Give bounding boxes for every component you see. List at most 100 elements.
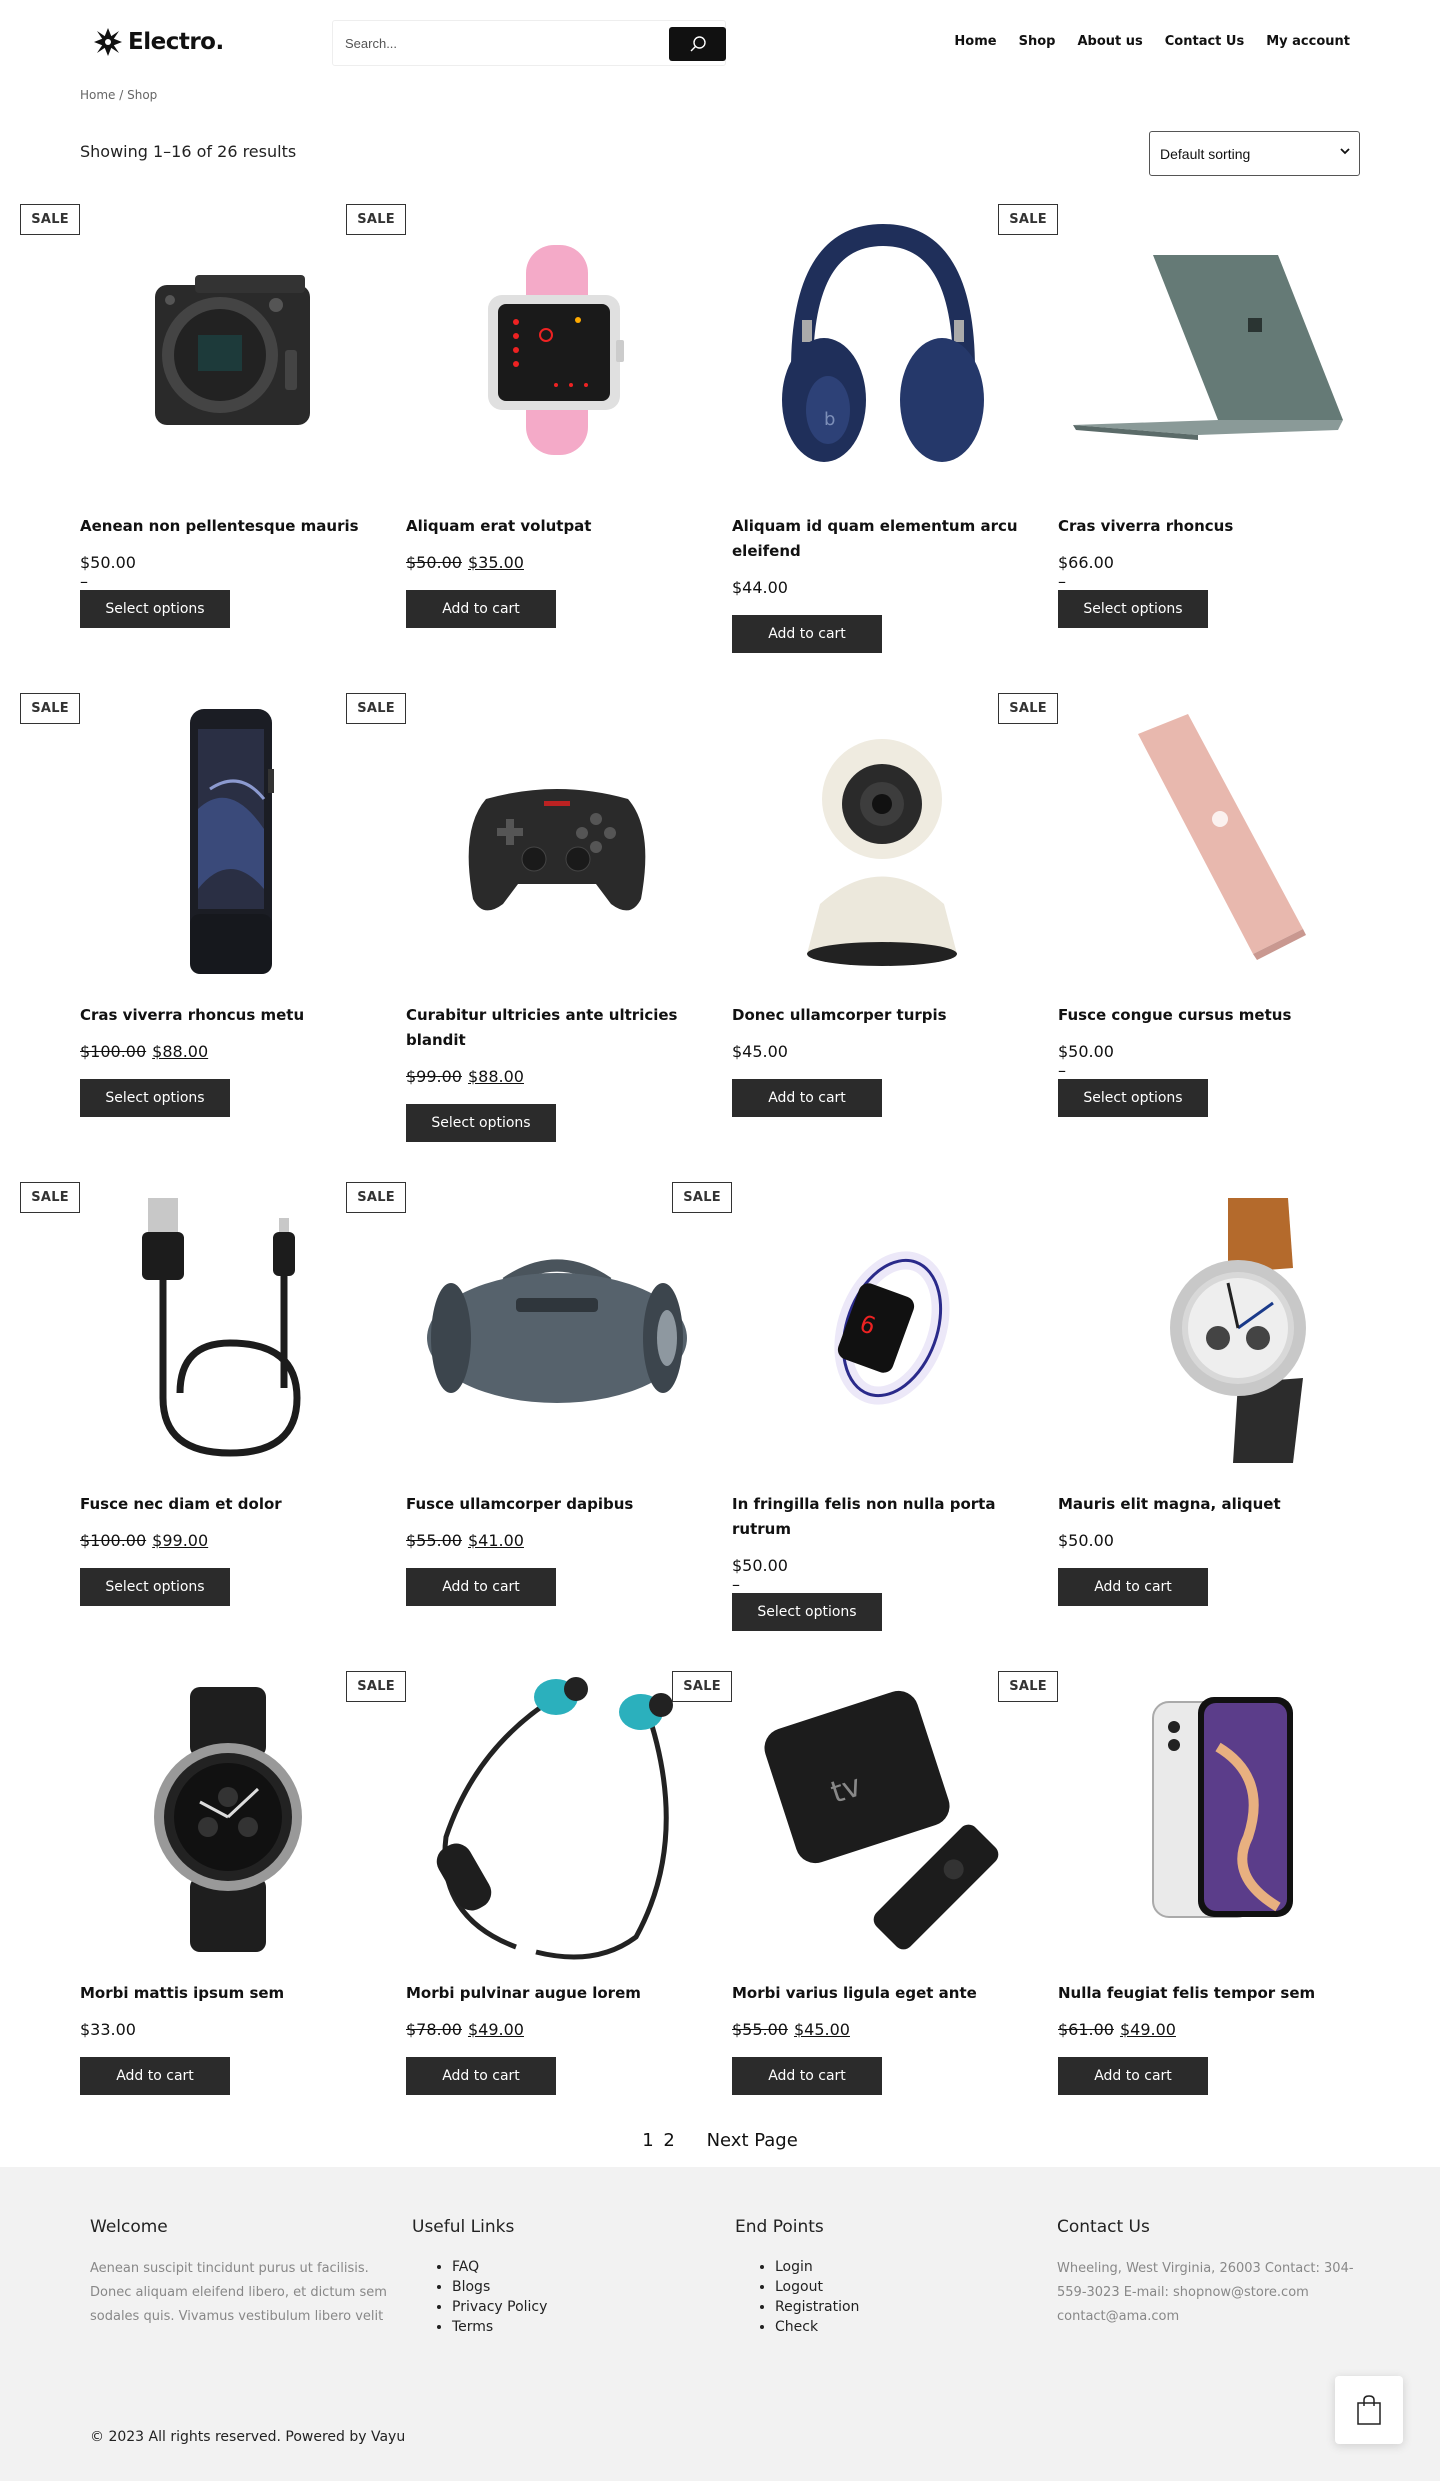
- breadcrumb-current: Shop: [127, 88, 158, 102]
- select-options-button[interactable]: Select options: [80, 1568, 230, 1606]
- sort-select[interactable]: Default sorting: [1149, 131, 1360, 176]
- product-image[interactable]: tv: [732, 1667, 1034, 1969]
- product-image[interactable]: [1058, 200, 1360, 502]
- breadcrumb-home[interactable]: Home: [80, 88, 115, 102]
- product-title[interactable]: Fusce congue cursus metus: [1058, 1003, 1360, 1028]
- product-title[interactable]: Morbi pulvinar augue lorem: [406, 1981, 708, 2006]
- footer-link-login[interactable]: Login: [775, 2257, 1035, 2277]
- product-title[interactable]: Mauris elit magna, aliquet: [1058, 1492, 1360, 1517]
- pagination: 1 2 Next Page: [0, 2130, 1440, 2151]
- product-title[interactable]: Aliquam erat volutpat: [406, 514, 708, 539]
- product-title[interactable]: Cras viverra rhoncus metu: [80, 1003, 382, 1028]
- page-1-link[interactable]: 1: [642, 2130, 653, 2151]
- product-title[interactable]: Fusce ullamcorper dapibus: [406, 1492, 708, 1517]
- product-image[interactable]: [406, 689, 708, 991]
- footer-contact-text: Wheeling, West Virginia, 26003 Contact: …: [1057, 2261, 1354, 2324]
- old-price: $100.00: [80, 1042, 147, 1061]
- sale-badge: SALE: [998, 693, 1058, 724]
- select-options-button[interactable]: Select options: [406, 1104, 556, 1142]
- product-image[interactable]: [732, 689, 1034, 991]
- nav-home[interactable]: Home: [954, 34, 996, 49]
- sale-price: $88.00: [152, 1042, 209, 1061]
- product-image[interactable]: [1058, 1178, 1360, 1480]
- footer-end-points: End Points Login Logout Registration Che…: [735, 2217, 1035, 2337]
- product-image[interactable]: 6: [732, 1178, 1034, 1480]
- gamepad-icon: [468, 789, 646, 911]
- footer-end-points-title: End Points: [735, 2217, 824, 2237]
- next-page-link[interactable]: Next Page: [707, 2130, 798, 2151]
- sale-badge: SALE: [998, 1671, 1058, 1702]
- select-options-button[interactable]: Select options: [1058, 590, 1208, 628]
- product-image[interactable]: [80, 689, 382, 991]
- site-footer: Welcome Aenean suscipit tincidunt purus …: [0, 2167, 1440, 2481]
- product-title[interactable]: Curabitur ultricies ante ultricies bland…: [406, 1003, 708, 1053]
- footer-link-blogs[interactable]: Blogs: [452, 2277, 712, 2297]
- sale-price: $35.00: [467, 553, 524, 572]
- product-price: $50.00 $35.00: [406, 553, 524, 572]
- product-image[interactable]: [406, 1178, 708, 1480]
- add-to-cart-button[interactable]: Add to cart: [732, 1079, 882, 1117]
- product-grid: SALE Aenean non pellentesque mauris $50.…: [20, 200, 1360, 2156]
- nav-contact-us[interactable]: Contact Us: [1165, 34, 1244, 49]
- sale-badge: SALE: [20, 1182, 80, 1213]
- product-title[interactable]: Fusce nec diam et dolor: [80, 1492, 382, 1517]
- product-title[interactable]: Morbi mattis ipsum sem: [80, 1981, 382, 2006]
- search-input[interactable]: [333, 21, 663, 65]
- select-options-button[interactable]: Select options: [1058, 1079, 1208, 1117]
- nav-shop[interactable]: Shop: [1019, 34, 1056, 49]
- logo-icon: [94, 28, 122, 56]
- footer-link-logout[interactable]: Logout: [775, 2277, 1035, 2297]
- product-title[interactable]: In fringilla felis non nulla porta rutru…: [732, 1492, 1034, 1542]
- product-image[interactable]: [406, 1667, 708, 1969]
- product-image[interactable]: [80, 200, 382, 502]
- product-image[interactable]: [80, 1667, 382, 1969]
- footer-link-faq[interactable]: FAQ: [452, 2257, 712, 2277]
- svg-text:b: b: [824, 409, 835, 430]
- old-price: $61.00: [1058, 2020, 1114, 2039]
- product-title[interactable]: Aenean non pellentesque mauris: [80, 514, 382, 539]
- site-logo[interactable]: Electro.: [92, 26, 224, 58]
- add-to-cart-button[interactable]: Add to cart: [406, 590, 556, 628]
- product-price: $55.00 $45.00: [732, 2020, 850, 2039]
- add-to-cart-button[interactable]: Add to cart: [732, 615, 882, 653]
- nav-about-us[interactable]: About us: [1077, 34, 1142, 49]
- add-to-cart-button[interactable]: Add to cart: [80, 2057, 230, 2095]
- add-to-cart-button[interactable]: Add to cart: [406, 1568, 556, 1606]
- product-image[interactable]: [406, 200, 708, 502]
- footer-link-privacy-policy[interactable]: Privacy Policy: [452, 2297, 712, 2317]
- product-title[interactable]: Morbi varius ligula eget ante: [732, 1981, 1034, 2006]
- page-2-link[interactable]: 2: [663, 2130, 674, 2151]
- old-price: $55.00: [406, 1531, 462, 1550]
- product-image[interactable]: [1058, 689, 1360, 991]
- footer-link-check[interactable]: Check: [775, 2317, 1035, 2337]
- sale-badge: SALE: [346, 693, 406, 724]
- speaker-icon: [427, 1259, 687, 1403]
- product-image[interactable]: [80, 1178, 382, 1480]
- search-button[interactable]: [669, 27, 726, 61]
- select-options-button[interactable]: Select options: [732, 1593, 882, 1631]
- select-options-button[interactable]: Select options: [80, 590, 230, 628]
- result-count: Showing 1–16 of 26 results: [80, 142, 297, 161]
- old-price: $99.00: [406, 1067, 462, 1086]
- product-title[interactable]: Nulla feugiat felis tempor sem: [1058, 1981, 1360, 2006]
- footer-contact: Contact Us Wheeling, West Virginia, 2600…: [1057, 2217, 1357, 2329]
- product-price: $50.00: [1058, 1531, 1114, 1550]
- add-to-cart-button[interactable]: Add to cart: [1058, 2057, 1208, 2095]
- footer-useful-links-list: FAQ Blogs Privacy Policy Terms: [412, 2257, 712, 2337]
- add-to-cart-button[interactable]: Add to cart: [1058, 1568, 1208, 1606]
- product-title[interactable]: Aliquam id quam elementum arcu eleifend: [732, 514, 1034, 564]
- select-options-button[interactable]: Select options: [80, 1079, 230, 1117]
- add-to-cart-button[interactable]: Add to cart: [406, 2057, 556, 2095]
- sale-badge: SALE: [672, 1671, 732, 1702]
- product-title[interactable]: Donec ullamcorper turpis: [732, 1003, 1034, 1028]
- leather-watch-icon: [1170, 1198, 1306, 1463]
- product-image[interactable]: b: [732, 200, 1034, 502]
- footer-link-terms[interactable]: Terms: [452, 2317, 712, 2337]
- nav-my-account[interactable]: My account: [1266, 34, 1350, 49]
- product-image[interactable]: [1058, 1667, 1360, 1969]
- product-title[interactable]: Cras viverra rhoncus: [1058, 514, 1360, 539]
- footer-link-registration[interactable]: Registration: [775, 2297, 1035, 2317]
- search-bar: [332, 20, 726, 66]
- floating-cart-button[interactable]: [1335, 2376, 1403, 2444]
- add-to-cart-button[interactable]: Add to cart: [732, 2057, 882, 2095]
